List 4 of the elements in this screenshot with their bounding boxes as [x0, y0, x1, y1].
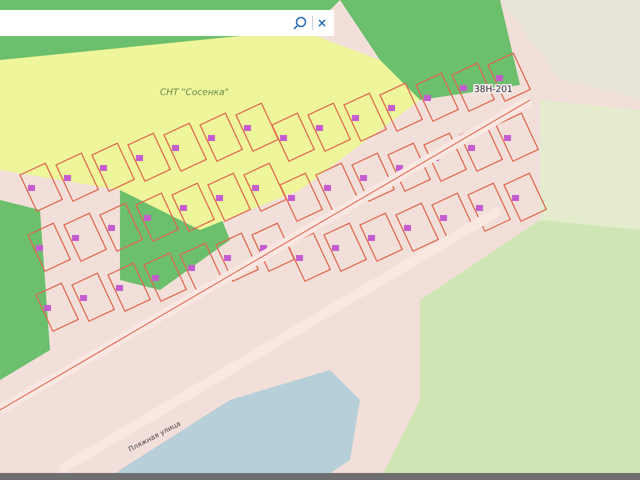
map-label: СНТ "Сосенка": [160, 88, 229, 98]
search-icon[interactable]: [293, 16, 307, 30]
search-field[interactable]: [0, 10, 334, 36]
close-icon[interactable]: [318, 19, 326, 27]
